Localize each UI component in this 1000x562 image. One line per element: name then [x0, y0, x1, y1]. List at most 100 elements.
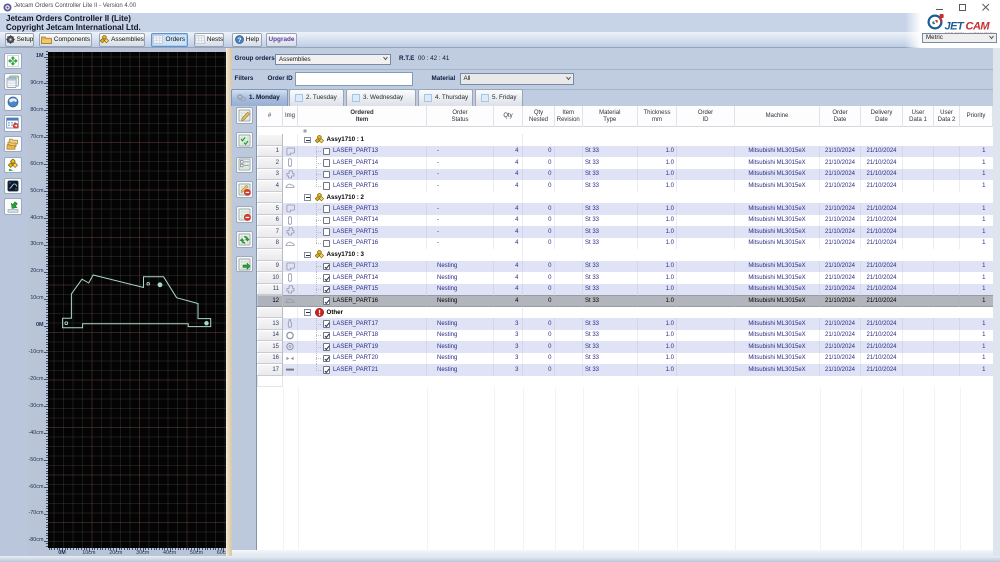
- order-id-input[interactable]: [295, 72, 413, 86]
- column-header-user-data-2[interactable]: User Data 2: [934, 106, 960, 127]
- maximize-button[interactable]: [951, 0, 973, 13]
- row-checkbox-checked[interactable]: [322, 343, 330, 351]
- table-row-11[interactable]: 11 LASER_PART15 Nesting 4 0 St 33 1.0 Mitsubis…: [257, 283, 993, 295]
- table-row-6[interactable]: 6 LASER_PART14 -4 0 St 33 1.0 Mitsubishi ML30…: [257, 214, 993, 226]
- row-number-cell[interactable]: 7: [257, 226, 283, 238]
- row-checkbox-checked[interactable]: [322, 285, 330, 293]
- row-checkbox[interactable]: [322, 147, 330, 155]
- row-checkbox[interactable]: [322, 216, 330, 224]
- row-checkbox-checked[interactable]: [322, 331, 330, 339]
- upgrade-button[interactable]: Upgrade: [266, 33, 297, 47]
- help-button[interactable]: ? Help: [232, 33, 262, 47]
- table-row-16[interactable]: 16 LASER_PART20 Nesting 3 0 St 33 1.0 Mitsubis…: [257, 352, 993, 364]
- table-row-13[interactable]: 13 LASER_PART17 Nesting 3 0 St 33 1.0 Mitsubis…: [257, 318, 993, 330]
- group-orders-select[interactable]: Assemblies: [275, 53, 391, 65]
- sidebar-button-monitor-dark[interactable]: [4, 177, 22, 195]
- group-row[interactable]: Other: [257, 306, 993, 318]
- collapse-icon[interactable]: [304, 194, 311, 201]
- tab-5-friday[interactable]: 5. Friday: [475, 89, 523, 106]
- column-header-delivery-date[interactable]: Delivery Date: [861, 106, 903, 127]
- tab-3-wednesday[interactable]: 3. Wednesday: [346, 89, 416, 106]
- row-checkbox-checked[interactable]: [322, 354, 330, 362]
- row-number-cell[interactable]: 13: [257, 318, 283, 330]
- column-header-priority[interactable]: Priority: [960, 106, 993, 127]
- column-header-qty-nested[interactable]: Qty Nested: [523, 106, 555, 127]
- row-checkbox[interactable]: [322, 205, 330, 213]
- tab-2-tuesday[interactable]: 2. Tuesday: [289, 89, 344, 106]
- table-row-10[interactable]: 10 LASER_PART14 Nesting 4 0 St 33 1.0 Mitsubis…: [257, 272, 993, 284]
- row-checkbox[interactable]: [322, 159, 330, 167]
- row-checkbox[interactable]: [322, 170, 330, 178]
- minimize-button[interactable]: [928, 0, 950, 13]
- collapse-icon[interactable]: [304, 309, 311, 316]
- table-row-5[interactable]: 5 LASER_PART13 -4 0 St 33 1.0 Mitsubishi ML30…: [257, 203, 993, 215]
- tab-4-thursday[interactable]: 4. Thursday: [418, 89, 473, 106]
- column-header-material-type[interactable]: Material Type: [583, 106, 638, 127]
- table-row-1[interactable]: 1 LASER_PART13 -4 0 St 33 1.0 Mitsubishi ML30…: [257, 145, 993, 157]
- side-toolbar-button-pad-checks[interactable]: [236, 131, 253, 149]
- row-checkbox-checked[interactable]: [322, 297, 330, 305]
- row-number-cell[interactable]: 8: [257, 237, 283, 249]
- side-toolbar-button-pad-list[interactable]: [236, 156, 253, 174]
- sidebar-button-import-green[interactable]: [4, 198, 22, 215]
- group-row[interactable]: Assy1710 : 3: [257, 249, 993, 261]
- row-checkbox-checked[interactable]: [322, 274, 330, 282]
- column-header-qty[interactable]: Qty: [494, 106, 523, 127]
- row-number-cell[interactable]: 14: [257, 329, 283, 341]
- row-checkbox[interactable]: [322, 239, 330, 247]
- row-number-cell[interactable]: 6: [257, 214, 283, 226]
- column-header-ordered-item[interactable]: Ordered Item: [298, 106, 427, 127]
- row-number-cell[interactable]: 15: [257, 341, 283, 353]
- column-header-img[interactable]: Img: [283, 106, 298, 127]
- sidebar-button-globe[interactable]: [4, 94, 22, 111]
- row-number-cell[interactable]: 3: [257, 168, 283, 180]
- row-number-cell[interactable]: 1: [257, 145, 283, 157]
- row-checkbox-checked[interactable]: [322, 262, 330, 270]
- column-header-order-date[interactable]: Order Date: [820, 106, 861, 127]
- row-checkbox[interactable]: [322, 182, 330, 190]
- table-row-2[interactable]: 2 LASER_PART14 -4 0 St 33 1.0 Mitsubishi ML30…: [257, 157, 993, 169]
- sidebar-button-calendar-red[interactable]: [4, 115, 22, 132]
- table-row-8[interactable]: 8 LASER_PART16 -4 0 St 33 1.0 Mitsubishi ML30…: [257, 237, 993, 249]
- column-header-order-id[interactable]: Order ID: [677, 106, 735, 127]
- column-header-user-data-1[interactable]: User Data 1: [903, 106, 934, 127]
- row-number-cell[interactable]: 4: [257, 180, 283, 192]
- table-row-9[interactable]: 9 LASER_PART13 Nesting 4 0 St 33 1.0 Mitsubish…: [257, 260, 993, 272]
- row-number-cell[interactable]: 5: [257, 203, 283, 215]
- side-toolbar-button-pad-recycle[interactable]: [236, 231, 253, 248]
- row-number-cell[interactable]: 11: [257, 283, 283, 295]
- column-header-machine[interactable]: Machine: [735, 106, 820, 127]
- setup-button[interactable]: Setup: [5, 33, 34, 47]
- table-row-17[interactable]: 17 LASER_PART21 Nesting 3 0 St 33 1.0 Mitsubis…: [257, 364, 993, 376]
- side-toolbar-button-pad-minus[interactable]: [236, 206, 253, 223]
- table-row-4[interactable]: 4 LASER_PART16-4 0 St 33 1.0 Mitsubishi ML30…: [257, 180, 993, 192]
- close-button[interactable]: [975, 0, 997, 13]
- row-checkbox-checked[interactable]: [322, 320, 330, 328]
- orders-button[interactable]: Orders: [151, 33, 188, 47]
- row-number-cell[interactable]: 17: [257, 364, 283, 376]
- collapse-icon[interactable]: [304, 136, 311, 143]
- side-toolbar-button-pad-arrow[interactable]: [236, 255, 253, 273]
- row-number-cell[interactable]: 12: [257, 295, 283, 307]
- column-header-thickness-mm[interactable]: Thickness mm: [638, 106, 677, 127]
- group-row[interactable]: Assy1710 : 2: [257, 191, 993, 203]
- sidebar-button-notepads[interactable]: [4, 73, 22, 90]
- table-row-12[interactable]: 12 LASER_PART16 Nesting 4 0 St 33 1.0 Mitsubis…: [257, 295, 993, 307]
- components-button[interactable]: Components: [39, 33, 92, 47]
- side-toolbar-button-pad-pencil[interactable]: [236, 107, 253, 124]
- row-number-cell[interactable]: 16: [257, 352, 283, 364]
- table-row-3[interactable]: 3 LASER_PART15 -4 0 St 33 1.0 Mitsubishi ML30…: [257, 168, 993, 180]
- tab-1-monday[interactable]: 1. Monday: [231, 88, 288, 106]
- material-select[interactable]: All: [459, 72, 574, 85]
- sidebar-button-folders-yellow[interactable]: [4, 135, 22, 153]
- assemblies-button[interactable]: Assemblies: [99, 33, 145, 47]
- row-number-cell[interactable]: 2: [257, 157, 283, 169]
- collapse-icon[interactable]: [304, 251, 311, 258]
- side-toolbar-button-pad-pencil-minus[interactable]: [236, 181, 253, 198]
- table-row-14[interactable]: 14 LASER_PART18 Nesting 3 0 St 33 1.0 Mitsubis…: [257, 329, 993, 341]
- row-number-cell[interactable]: 10: [257, 272, 283, 284]
- row-checkbox[interactable]: [322, 228, 330, 236]
- column-header--[interactable]: #: [257, 106, 283, 127]
- sidebar-button-expand-green[interactable]: [4, 52, 22, 69]
- row-number-cell[interactable]: 9: [257, 260, 283, 272]
